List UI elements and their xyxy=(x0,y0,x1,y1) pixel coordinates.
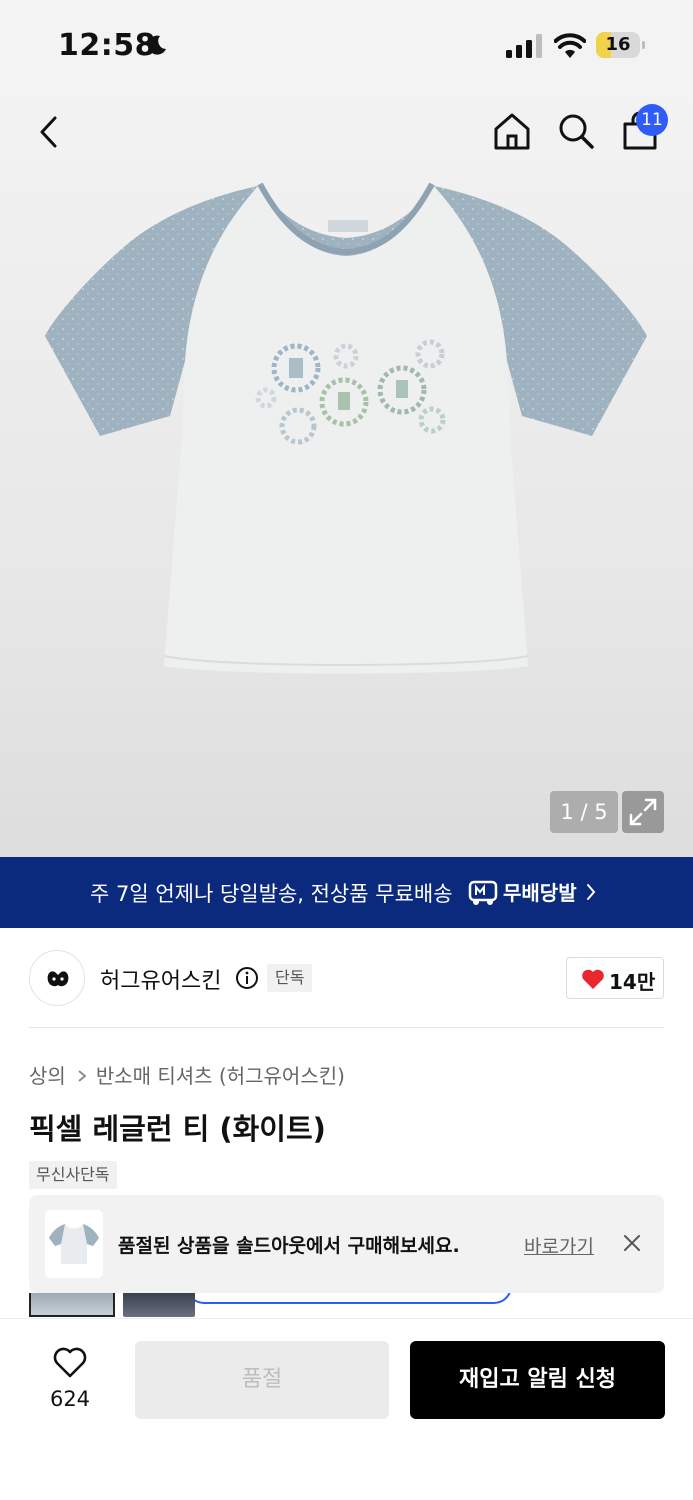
info-icon[interactable] xyxy=(235,966,259,990)
moon-icon xyxy=(147,35,166,55)
cart-badge: 11 xyxy=(636,104,668,136)
delivery-banner[interactable]: 주 7일 언제나 당일발송, 전상품 무료배송 무배당발 xyxy=(0,857,693,928)
chevron-right-icon xyxy=(78,1070,87,1082)
toast-thumbnail xyxy=(45,1210,103,1278)
brand-logo-mark xyxy=(47,971,69,987)
color-option-thumb[interactable] xyxy=(123,1293,195,1317)
bottom-action-bar: 624 품절 재입고 알림 신청 xyxy=(0,1318,693,1500)
status-bar: 12:58 16 xyxy=(0,0,693,90)
search-icon[interactable] xyxy=(555,110,597,152)
color-option-thumb[interactable] xyxy=(29,1293,115,1317)
battery-icon: 16 xyxy=(596,32,645,58)
product-title: 픽셀 레글런 티 (화이트) xyxy=(29,1112,326,1146)
heart-icon xyxy=(582,969,604,989)
expand-icon[interactable] xyxy=(622,791,664,833)
battery-level: 16 xyxy=(605,34,631,55)
close-icon[interactable] xyxy=(621,1232,643,1254)
divider xyxy=(29,1027,664,1028)
chevron-right-icon xyxy=(587,884,596,900)
breadcrumb: 상의 반소매 티셔츠 (허그유어스킨) xyxy=(29,1060,345,1089)
home-icon[interactable] xyxy=(491,110,533,152)
product-photo xyxy=(45,182,647,674)
product-image-gallery[interactable]: 11 1 / 5 xyxy=(0,90,693,857)
soldout-toast: 품절된 상품을 솔드아웃에서 구매해보세요. 바로가기 xyxy=(29,1195,664,1293)
soldout-button[interactable]: 품절 xyxy=(135,1341,389,1419)
product-tag: 무신사단독 xyxy=(29,1161,117,1189)
breadcrumb-category[interactable]: 상의 xyxy=(29,1064,66,1088)
signal-icon xyxy=(506,34,542,58)
status-time: 12:58 xyxy=(58,28,156,63)
back-icon[interactable] xyxy=(30,112,70,152)
toast-message: 품절된 상품을 솔드아웃에서 구매해보세요. xyxy=(118,1235,460,1257)
banner-brand: 무배당발 xyxy=(503,881,577,905)
brand-logo[interactable] xyxy=(29,950,85,1006)
banner-text: 주 7일 언제나 당일발송, 전상품 무료배송 xyxy=(90,882,453,906)
restock-alert-button[interactable]: 재입고 알림 신청 xyxy=(410,1341,665,1419)
battery-tip xyxy=(642,41,645,49)
wish-count: 624 xyxy=(49,1387,91,1411)
brand-name[interactable]: 허그유어스킨 xyxy=(100,963,221,995)
heart-icon[interactable] xyxy=(52,1347,88,1379)
brand-like-count: 14만 xyxy=(609,970,656,994)
image-pager: 1 / 5 xyxy=(550,791,618,833)
battery-body: 16 xyxy=(596,32,640,58)
breadcrumb-subcategory[interactable]: 반소매 티셔츠 (허그유어스킨) xyxy=(96,1064,345,1088)
exclusive-tag: 단독 xyxy=(267,964,313,992)
toast-link[interactable]: 바로가기 xyxy=(524,1232,594,1259)
brand-like-button[interactable]: 14만 xyxy=(566,957,664,999)
wifi-icon xyxy=(554,33,586,58)
delivery-truck-icon xyxy=(468,880,498,905)
